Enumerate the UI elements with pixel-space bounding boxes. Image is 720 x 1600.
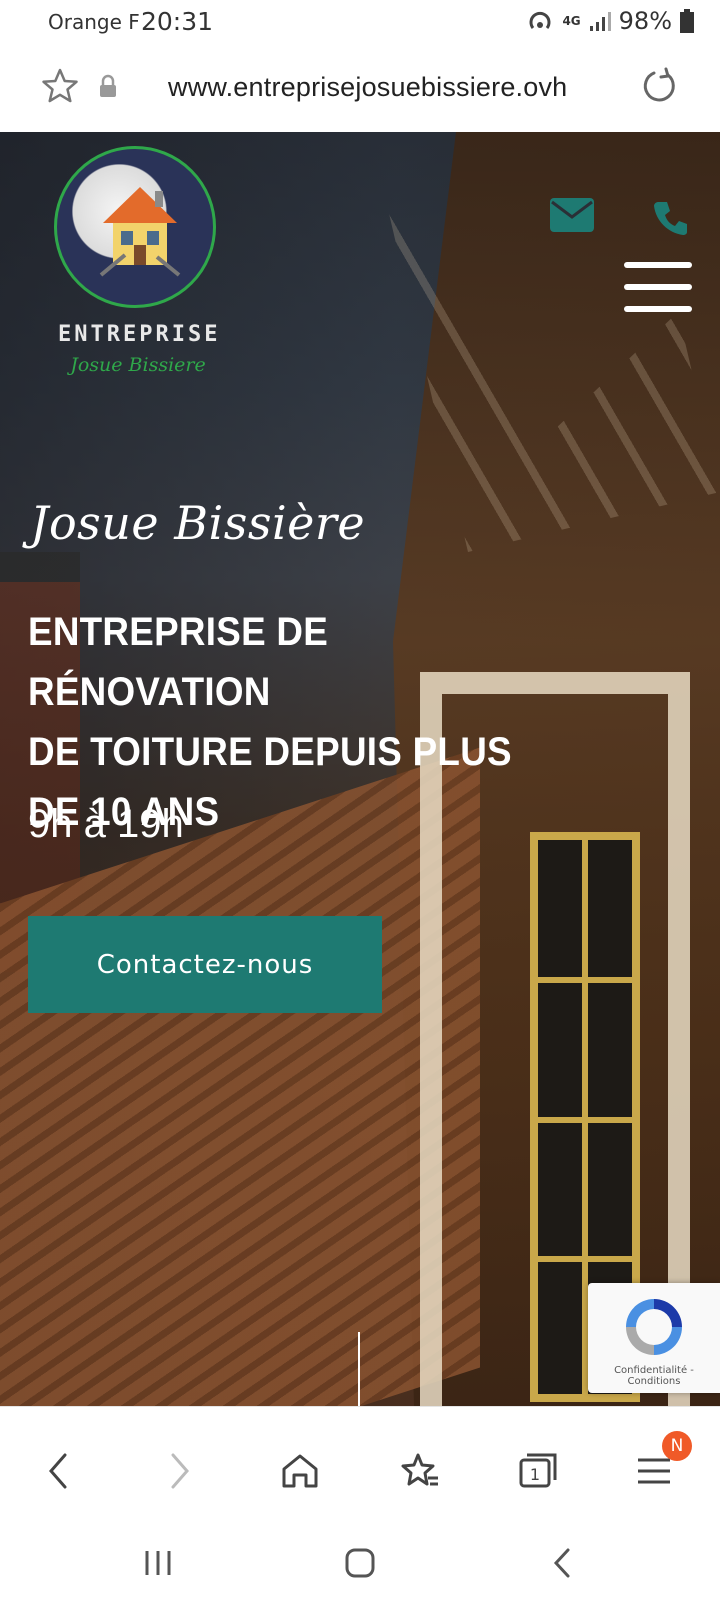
hero-title-line: DE TOITURE DEPUIS PLUS [28, 730, 512, 774]
phone-icon[interactable] [653, 200, 689, 241]
home-nav-button[interactable] [330, 1538, 390, 1588]
recaptcha-icon [626, 1299, 682, 1355]
forward-button[interactable] [150, 1441, 210, 1501]
status-bar: Orange F 20:31 4G 98% [0, 0, 720, 44]
reload-icon[interactable] [640, 66, 680, 111]
hamburger-menu-icon[interactable] [624, 262, 692, 312]
hero-section: ENTREPRISE Josue Bissiere Josue Bissière… [0, 132, 720, 1406]
address-bar: www.entreprisejosuebissiere.ovh [0, 44, 720, 132]
site-logo[interactable]: ENTREPRISE Josue Bissiere [30, 142, 240, 382]
back-chevron-icon [553, 1548, 570, 1578]
status-indicators: 4G 98% [526, 7, 694, 35]
mail-icon[interactable] [550, 198, 594, 237]
bookmarks-star-icon [401, 1453, 438, 1486]
recent-apps-icon [145, 1551, 171, 1575]
back-nav-button[interactable] [532, 1538, 592, 1588]
opening-hours: 9h à 19h [28, 802, 184, 846]
chevron-left-icon [49, 1453, 67, 1489]
browser-toolbar: 1 N [0, 1406, 720, 1526]
battery-icon [680, 9, 694, 33]
back-button[interactable] [28, 1441, 88, 1501]
menu-icon [638, 1458, 670, 1484]
home-button[interactable] [270, 1441, 330, 1501]
carrier-name: Orange F [48, 10, 140, 34]
tabs-button[interactable]: 1 [508, 1441, 568, 1501]
bookmark-star-icon[interactable] [40, 66, 80, 111]
battery-level: 98% [618, 7, 672, 35]
tabs-count: 1 [530, 1465, 540, 1484]
chevron-right-icon [171, 1453, 189, 1489]
logo-title: ENTREPRISE [58, 322, 221, 347]
signal-icon [589, 10, 611, 32]
recaptcha-badge[interactable]: Confidentialité - Conditions [588, 1283, 720, 1393]
status-time: 20:31 [141, 7, 214, 36]
url-field[interactable]: www.entreprisejosuebissiere.ovh [168, 72, 567, 103]
recent-apps-button[interactable] [128, 1538, 188, 1588]
home-icon [282, 1454, 318, 1488]
lock-icon[interactable] [98, 74, 118, 103]
recaptcha-links[interactable]: Confidentialité - Conditions [588, 1365, 720, 1387]
notification-badge: N [662, 1431, 692, 1461]
logo-subtitle: Josue Bissiere [70, 354, 206, 376]
hero-title-line: ENTREPRISE DE RÉNOVATION [28, 610, 329, 714]
hotspot-icon [526, 9, 554, 33]
scroll-indicator [358, 1332, 360, 1406]
android-nav-bar [0, 1526, 720, 1600]
network-type: 4G [562, 14, 581, 28]
home-square-icon [345, 1548, 375, 1578]
house-icon [99, 187, 181, 277]
tabs-icon: 1 [519, 1453, 557, 1488]
bookmarks-button[interactable] [390, 1441, 450, 1501]
hero-script-title: Josue Bissière [30, 496, 366, 550]
contact-button[interactable]: Contactez-nous [28, 916, 382, 1013]
logo-emblem [54, 146, 216, 308]
